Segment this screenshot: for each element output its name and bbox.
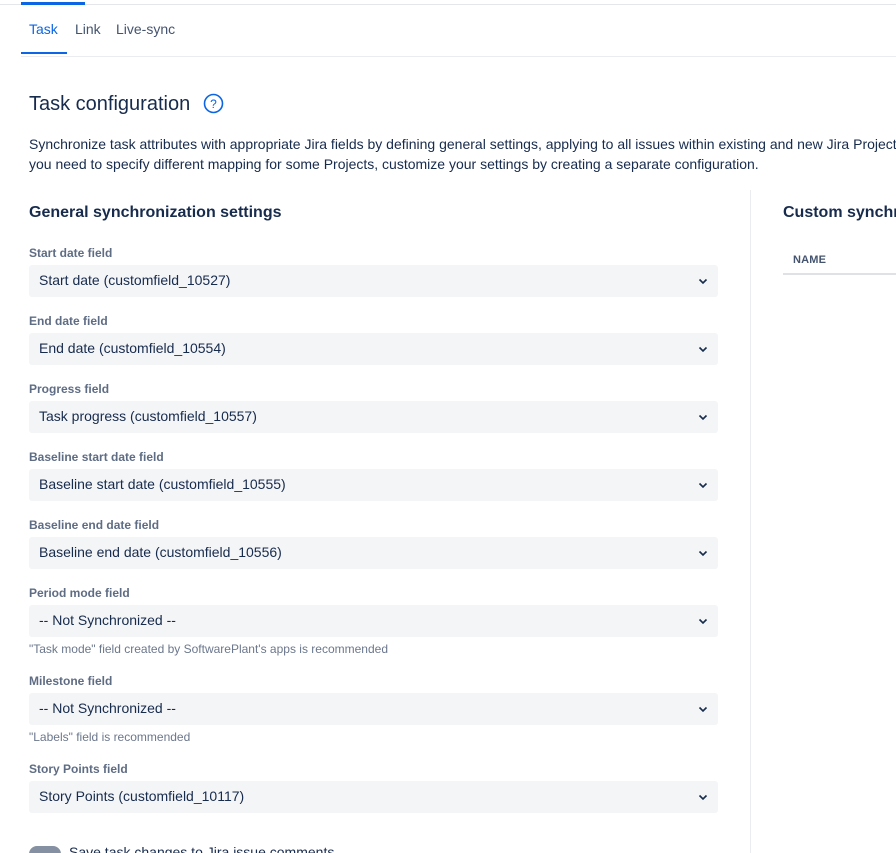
story-points-field-label: Story Points field	[29, 762, 128, 776]
page-title: Task configuration	[29, 93, 191, 115]
end-date-field-label: End date field	[29, 314, 108, 328]
baseline-start-select-value: Baseline start date (customfield_10555)	[39, 476, 286, 492]
end-date-select-value: End date (customfield_10554)	[39, 340, 226, 356]
story-points-select[interactable]: Story Points (customfield_10117)	[29, 781, 718, 813]
start-date-select-value: Start date (customfield_10527)	[39, 272, 231, 288]
milestone-select-value: -- Not Synchronized --	[39, 700, 176, 716]
svg-text:?: ?	[210, 97, 217, 111]
chevron-down-icon	[698, 706, 708, 713]
save-comments-toggle-label: Save task changes to Jira issue comments	[69, 844, 335, 853]
milestone-select[interactable]: -- Not Synchronized --	[29, 693, 718, 725]
end-date-select[interactable]: End date (customfield_10554)	[29, 333, 718, 365]
chevron-down-icon	[698, 414, 708, 421]
baseline-end-select-value: Baseline end date (customfield_10556)	[39, 544, 282, 560]
save-comments-toggle[interactable]	[29, 846, 61, 853]
start-date-select[interactable]: Start date (customfield_10527)	[29, 265, 718, 297]
baseline-start-select[interactable]: Baseline start date (customfield_10555)	[29, 469, 718, 501]
description-line-2: you need to specify different mapping fo…	[29, 156, 759, 172]
general-settings-title: General synchronization settings	[29, 204, 282, 221]
period-mode-select-value: -- Not Synchronized --	[39, 612, 176, 628]
milestone-hint: "Labels" field is recommended	[29, 730, 191, 744]
start-date-field-label: Start date field	[29, 246, 113, 260]
progress-field-label: Progress field	[29, 382, 110, 396]
baseline-start-field-label: Baseline start date field	[29, 450, 164, 464]
column-header-name[interactable]: NAME	[793, 254, 826, 266]
settings-page: Task Link Live-sync Task configuration ?…	[0, 0, 896, 853]
chevron-down-icon	[698, 346, 708, 353]
chevron-down-icon	[698, 794, 708, 801]
custom-table-header: NAME	[783, 248, 896, 275]
period-mode-field-label: Period mode field	[29, 586, 130, 600]
period-mode-select[interactable]: -- Not Synchronized --	[29, 605, 718, 637]
tab-link[interactable]: Link	[75, 20, 101, 38]
page-description: Synchronize task attributes with appropr…	[29, 134, 896, 174]
custom-settings-title: Custom synchro	[783, 204, 896, 221]
chevron-down-icon	[698, 482, 708, 489]
progress-select[interactable]: Task progress (customfield_10557)	[29, 401, 718, 433]
chevron-down-icon	[698, 618, 708, 625]
story-points-select-value: Story Points (customfield_10117)	[39, 788, 245, 804]
description-line-1: Synchronize task attributes with appropr…	[29, 136, 896, 152]
period-mode-hint: "Task mode" field created by SoftwarePla…	[29, 642, 388, 656]
progress-select-value: Task progress (customfield_10557)	[39, 408, 257, 424]
tab-live-sync[interactable]: Live-sync	[116, 20, 175, 38]
baseline-end-select[interactable]: Baseline end date (customfield_10556)	[29, 537, 718, 569]
chevron-down-icon	[698, 550, 708, 557]
chevron-down-icon	[698, 278, 708, 285]
column-divider	[750, 190, 751, 853]
tab-bar: Task Link Live-sync	[21, 5, 896, 57]
milestone-field-label: Milestone field	[29, 674, 113, 688]
baseline-end-field-label: Baseline end date field	[29, 518, 160, 532]
active-tab-indicator	[21, 52, 67, 54]
question-circle-icon[interactable]: ?	[203, 93, 224, 114]
tab-task[interactable]: Task	[29, 20, 58, 38]
